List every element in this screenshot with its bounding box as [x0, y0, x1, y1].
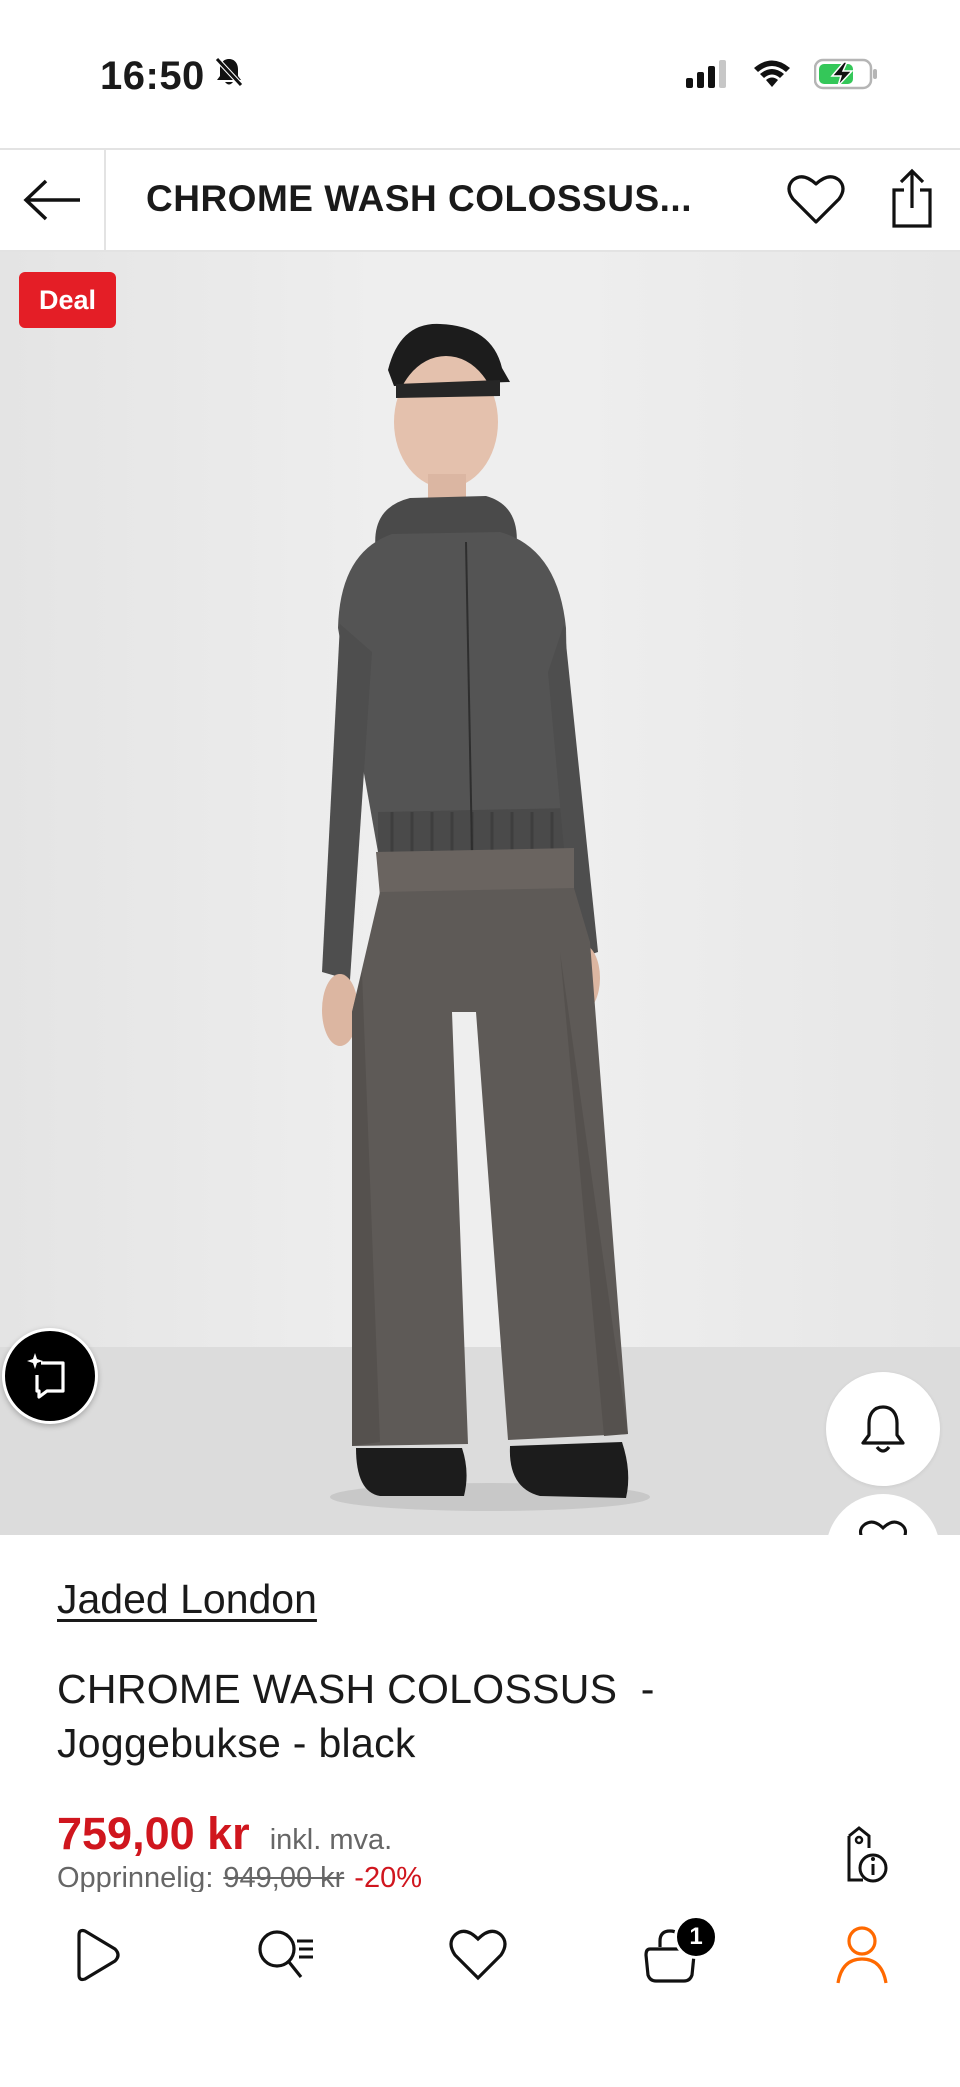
status-bar: 16:50	[0, 0, 960, 148]
nav-profile[interactable]	[822, 1915, 902, 1995]
back-button[interactable]	[0, 150, 106, 250]
product-name-line2: Joggebukse - black	[57, 1720, 416, 1766]
notify-button[interactable]	[826, 1372, 940, 1486]
nav-play[interactable]	[55, 1915, 135, 1995]
brand-link[interactable]: Jaded London	[57, 1576, 317, 1623]
original-price: 949,00 kr	[223, 1862, 345, 1892]
product-header: CHROME WASH COLOSSUS...	[0, 148, 960, 252]
ai-styling-button[interactable]	[2, 1328, 98, 1424]
signal-icon	[686, 60, 730, 93]
heart-icon	[787, 175, 845, 224]
product-image[interactable]	[0, 252, 960, 1535]
nav-cart[interactable]: 1	[630, 1915, 718, 1995]
wifi-icon	[752, 59, 792, 94]
bell-icon	[861, 1405, 905, 1453]
bottom-navigation: 1	[0, 1895, 960, 2087]
product-name: CHROME WASH COLOSSUS - Joggebukse - blac…	[57, 1662, 817, 1770]
price-tag-info-icon	[847, 1826, 888, 1883]
deal-badge: Deal	[19, 272, 117, 328]
battery-charging-icon	[813, 58, 878, 95]
play-icon	[77, 1928, 120, 1982]
discount-percent: -20%	[354, 1862, 422, 1892]
status-indicators	[686, 58, 878, 95]
cart-count-badge: 1	[674, 1915, 718, 1959]
current-price: 759,00 kr	[57, 1808, 250, 1859]
vat-note: inkl. mva.	[269, 1824, 393, 1856]
ai-sparkle-icon	[27, 1353, 65, 1399]
status-time: 16:50	[100, 54, 245, 99]
share-button[interactable]	[880, 164, 944, 234]
price-info-button[interactable]	[830, 1820, 896, 1892]
wishlist-button[interactable]	[784, 168, 848, 232]
search-list-icon	[258, 1930, 313, 1978]
original-label: Opprinnelig:	[57, 1862, 214, 1892]
model-photo	[322, 323, 650, 1511]
nav-search[interactable]	[245, 1915, 325, 1995]
product-name-line1: CHROME WASH COLOSSUS -	[57, 1666, 655, 1712]
price-row: 759,00 kr inkl. mva.	[57, 1808, 392, 1860]
profile-icon	[836, 1926, 888, 1984]
clock: 16:50	[100, 54, 205, 98]
bell-slash-icon	[213, 54, 245, 99]
header-title: CHROME WASH COLOSSUS...	[146, 178, 692, 219]
heart-icon	[449, 1929, 507, 1981]
original-price-row: Opprinnelig: 949,00 kr -20%	[57, 1862, 422, 1892]
back-arrow-icon	[23, 179, 80, 221]
share-icon	[892, 168, 932, 228]
nav-wishlist[interactable]	[438, 1915, 518, 1995]
